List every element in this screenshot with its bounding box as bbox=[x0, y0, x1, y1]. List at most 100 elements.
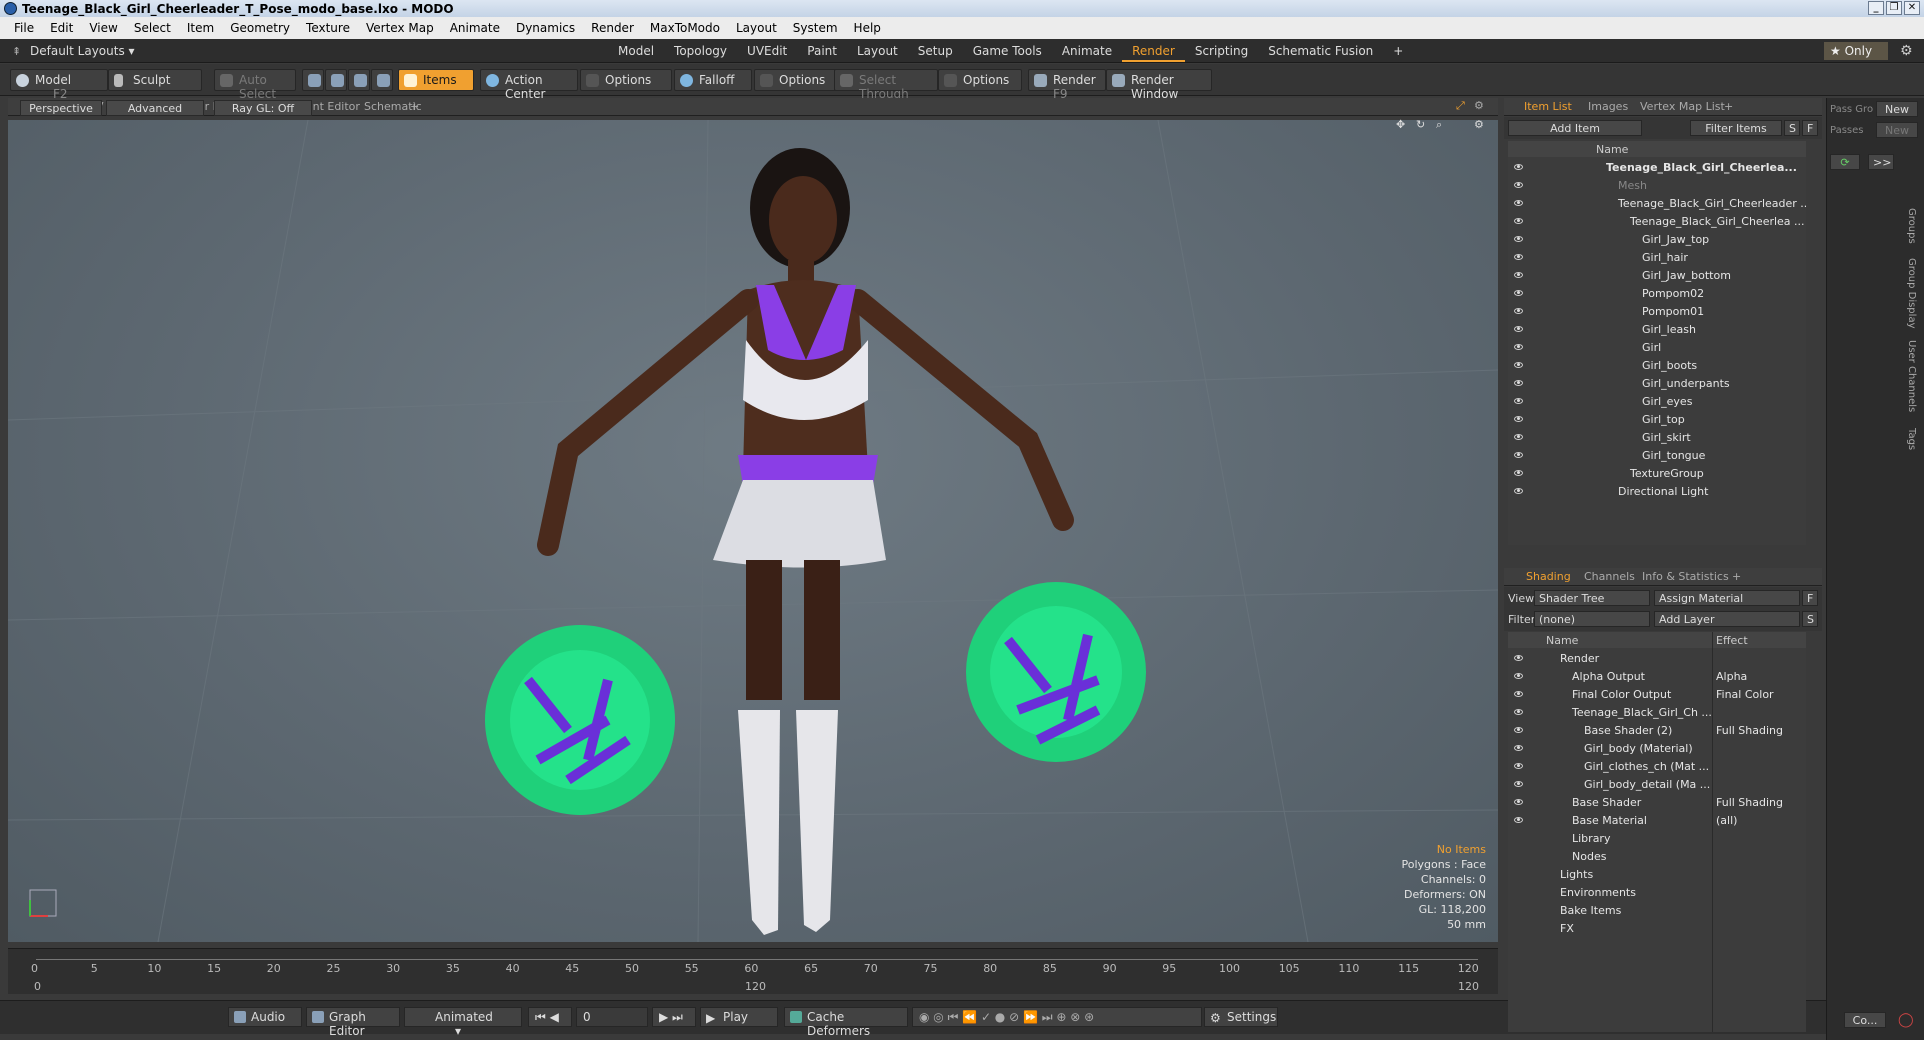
shader-tree-row[interactable]: Final Color Output Final Color bbox=[1508, 686, 1806, 704]
visibility-eye-icon[interactable] bbox=[1514, 673, 1523, 679]
visibility-eye-icon[interactable] bbox=[1514, 200, 1523, 206]
item-list-row[interactable]: Girl_hair bbox=[1508, 249, 1806, 267]
frame-input[interactable]: 0 bbox=[576, 1007, 648, 1027]
settings-button[interactable]: ⚙ Settings bbox=[1204, 1007, 1278, 1027]
polygons-mode-button[interactable] bbox=[348, 69, 370, 91]
item-list-row[interactable]: Girl_leash bbox=[1508, 321, 1806, 339]
menu-animate[interactable]: Animate bbox=[442, 21, 508, 35]
item-list-row[interactable]: Directional Light bbox=[1508, 483, 1806, 501]
tab-paint[interactable]: Paint bbox=[797, 40, 847, 62]
auto-select-button[interactable]: Auto Select bbox=[214, 69, 296, 101]
tab-scripting[interactable]: Scripting bbox=[1185, 40, 1258, 62]
sculpt-mode-button[interactable]: Sculpt bbox=[108, 69, 202, 91]
menu-edit[interactable]: Edit bbox=[42, 21, 81, 35]
menu-file[interactable]: File bbox=[6, 21, 42, 35]
item-list-row[interactable]: Girl_Jaw_top bbox=[1508, 231, 1806, 249]
visibility-eye-icon[interactable] bbox=[1514, 398, 1523, 404]
visibility-eye-icon[interactable] bbox=[1514, 236, 1523, 242]
item-list-row[interactable]: Girl_boots bbox=[1508, 357, 1806, 375]
item-list-row[interactable]: Girl_eyes bbox=[1508, 393, 1806, 411]
animated-dropdown[interactable]: Animated ▾ bbox=[404, 1007, 522, 1038]
close-button[interactable]: ✕ bbox=[1904, 1, 1920, 15]
item-list-s-button[interactable]: S bbox=[1784, 120, 1800, 136]
side-tab-groups[interactable]: Groups bbox=[1903, 208, 1917, 244]
add-item-dropdown[interactable]: Add Item bbox=[1508, 120, 1642, 136]
visibility-eye-icon[interactable] bbox=[1514, 326, 1523, 332]
visibility-eye-icon[interactable] bbox=[1514, 655, 1523, 661]
shader-tree-row[interactable]: Base Material (all) bbox=[1508, 812, 1806, 830]
menu-item[interactable]: Item bbox=[179, 21, 222, 35]
side-tab-user-channels[interactable]: User Channels bbox=[1903, 340, 1917, 412]
filter-dropdown[interactable]: (none) bbox=[1534, 611, 1650, 627]
menu-layout[interactable]: Layout bbox=[728, 21, 785, 35]
expand-icon[interactable]: >> bbox=[1868, 154, 1894, 170]
viewport-gear-icon[interactable]: ⚙ bbox=[1474, 99, 1484, 112]
shader-tree-row[interactable]: Girl_body_detail (Ma ... bbox=[1508, 776, 1806, 794]
maximize-viewport-icon[interactable]: ⤢ bbox=[1456, 99, 1465, 113]
select-through-options-button[interactable]: Options bbox=[938, 69, 1022, 91]
edges-mode-button[interactable] bbox=[325, 69, 347, 91]
select-through-button[interactable]: Select Through bbox=[834, 69, 938, 101]
item-list-row[interactable]: Pompom02 bbox=[1508, 285, 1806, 303]
assign-material-dropdown[interactable]: Assign Material bbox=[1654, 590, 1800, 606]
shader-tree-dropdown[interactable]: Shader Tree bbox=[1534, 590, 1650, 606]
shader-row-effect[interactable]: (all) bbox=[1716, 814, 1737, 827]
record-icon[interactable]: ◯ bbox=[1898, 1012, 1914, 1028]
co-button[interactable]: Co... bbox=[1844, 1012, 1886, 1028]
visibility-eye-icon[interactable] bbox=[1514, 709, 1523, 715]
go-end-button[interactable]: ▶ ⏭ bbox=[652, 1007, 696, 1027]
audio-button[interactable]: Audio bbox=[228, 1007, 302, 1027]
action-center-options-button[interactable]: Options bbox=[580, 69, 672, 91]
items-mode-button[interactable]: Items bbox=[398, 69, 474, 91]
side-tab-tags[interactable]: Tags bbox=[1903, 428, 1917, 450]
item-list-tab-images[interactable]: Images bbox=[1588, 100, 1628, 113]
item-list-row[interactable]: Girl_tongue bbox=[1508, 447, 1806, 465]
shader-tree-row[interactable]: Base Shader (2) Full Shading bbox=[1508, 722, 1806, 740]
pan-icon[interactable]: ✥ bbox=[1396, 118, 1405, 131]
shader-tree-row[interactable]: Lights bbox=[1508, 866, 1806, 884]
visibility-eye-icon[interactable] bbox=[1514, 434, 1523, 440]
gear-icon[interactable]: ⚙ bbox=[1900, 43, 1913, 59]
shader-row-effect[interactable]: Full Shading bbox=[1716, 724, 1783, 737]
shader-row-effect[interactable]: Alpha bbox=[1716, 670, 1747, 683]
tab-animate[interactable]: Animate bbox=[1052, 40, 1122, 62]
visibility-eye-icon[interactable] bbox=[1514, 781, 1523, 787]
shading-tab-channels[interactable]: Channels bbox=[1584, 570, 1635, 583]
visibility-eye-icon[interactable] bbox=[1514, 799, 1523, 805]
visibility-eye-icon[interactable] bbox=[1514, 488, 1523, 494]
layout-pin-icon[interactable]: ⇞ bbox=[12, 45, 21, 58]
filter-items-input[interactable]: Filter Items bbox=[1690, 120, 1782, 136]
shading-tab-add[interactable]: + bbox=[1732, 570, 1741, 583]
visibility-eye-icon[interactable] bbox=[1514, 380, 1523, 386]
shader-tree-row[interactable]: Library bbox=[1508, 830, 1806, 848]
shading-tab-info-statistics[interactable]: Info & Statistics bbox=[1642, 570, 1729, 583]
tab-model[interactable]: Model bbox=[608, 40, 664, 62]
passes-new-button[interactable]: New bbox=[1876, 122, 1918, 138]
item-list-row[interactable]: Pompom01 bbox=[1508, 303, 1806, 321]
advanced-button[interactable]: Advanced bbox=[106, 100, 204, 116]
render-window-button[interactable]: Render Window bbox=[1106, 69, 1212, 101]
tab-render[interactable]: Render bbox=[1122, 40, 1185, 62]
shader-tree-row[interactable]: Environments bbox=[1508, 884, 1806, 902]
menu-view[interactable]: View bbox=[81, 21, 125, 35]
item-list-tab-add[interactable]: + bbox=[1724, 100, 1733, 113]
menu-select[interactable]: Select bbox=[126, 21, 179, 35]
visibility-eye-icon[interactable] bbox=[1514, 362, 1523, 368]
tab-uvedit[interactable]: UVEdit bbox=[737, 40, 797, 62]
tab-add[interactable]: + bbox=[1383, 40, 1413, 62]
shader-tree-row[interactable]: Nodes bbox=[1508, 848, 1806, 866]
zoom-icon[interactable]: ⌕ bbox=[1436, 118, 1442, 132]
visibility-eye-icon[interactable] bbox=[1514, 763, 1523, 769]
render-button[interactable]: Render F9 bbox=[1028, 69, 1106, 101]
visibility-eye-icon[interactable] bbox=[1514, 817, 1523, 823]
side-tab-group-display[interactable]: Group Display bbox=[1903, 258, 1917, 328]
shader-tree-row[interactable]: Alpha Output Alpha bbox=[1508, 668, 1806, 686]
visibility-eye-icon[interactable] bbox=[1514, 308, 1523, 314]
visibility-eye-icon[interactable] bbox=[1514, 290, 1523, 296]
menu-maxtomodo[interactable]: MaxToModo bbox=[642, 21, 728, 35]
visibility-eye-icon[interactable] bbox=[1514, 452, 1523, 458]
materials-mode-button[interactable] bbox=[371, 69, 393, 91]
minimize-button[interactable]: _ bbox=[1868, 1, 1884, 15]
shading-tab-shading[interactable]: Shading bbox=[1526, 570, 1571, 583]
raygl-button[interactable]: Ray GL: Off bbox=[214, 100, 312, 116]
